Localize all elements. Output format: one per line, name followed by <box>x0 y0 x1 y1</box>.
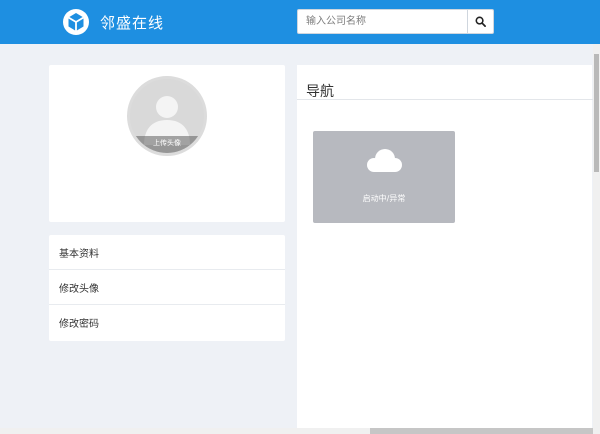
horizontal-scroll-thumb[interactable] <box>370 428 593 434</box>
brand-name: 邻盛在线 <box>100 13 165 32</box>
nav-tile-label: 启动中/异常 <box>362 194 406 203</box>
cloud-icon <box>367 149 402 172</box>
sidebar-item-change-password[interactable]: 修改密码 <box>49 305 285 340</box>
avatar[interactable]: 上传头像 <box>127 76 207 156</box>
brand[interactable]: 邻盛在线 <box>62 8 164 36</box>
vertical-scrollbar[interactable] <box>593 44 600 434</box>
top-bar: 邻盛在线 <box>0 0 600 44</box>
profile-card: 上传头像 <box>49 65 285 222</box>
nav-title: 导航 <box>306 84 334 100</box>
search-icon <box>475 16 486 27</box>
unity-cube-icon <box>63 9 89 35</box>
sidebar-item-basic-info[interactable]: 基本资料 <box>49 235 285 270</box>
vertical-scroll-thumb[interactable] <box>594 54 599 172</box>
avatar-upload-caption[interactable]: 上传头像 <box>130 136 204 153</box>
horizontal-scrollbar[interactable] <box>0 428 593 434</box>
sidebar-item-change-avatar[interactable]: 修改头像 <box>49 270 285 305</box>
nav-divider <box>297 99 593 100</box>
nav-panel: 导航 启动中/异常 <box>297 65 592 434</box>
sidebar-menu: 基本资料 修改头像 修改密码 <box>49 235 285 341</box>
search-bar <box>297 9 494 34</box>
search-input[interactable] <box>297 9 467 34</box>
search-button[interactable] <box>467 9 494 34</box>
nav-tile[interactable]: 启动中/异常 <box>313 131 455 223</box>
